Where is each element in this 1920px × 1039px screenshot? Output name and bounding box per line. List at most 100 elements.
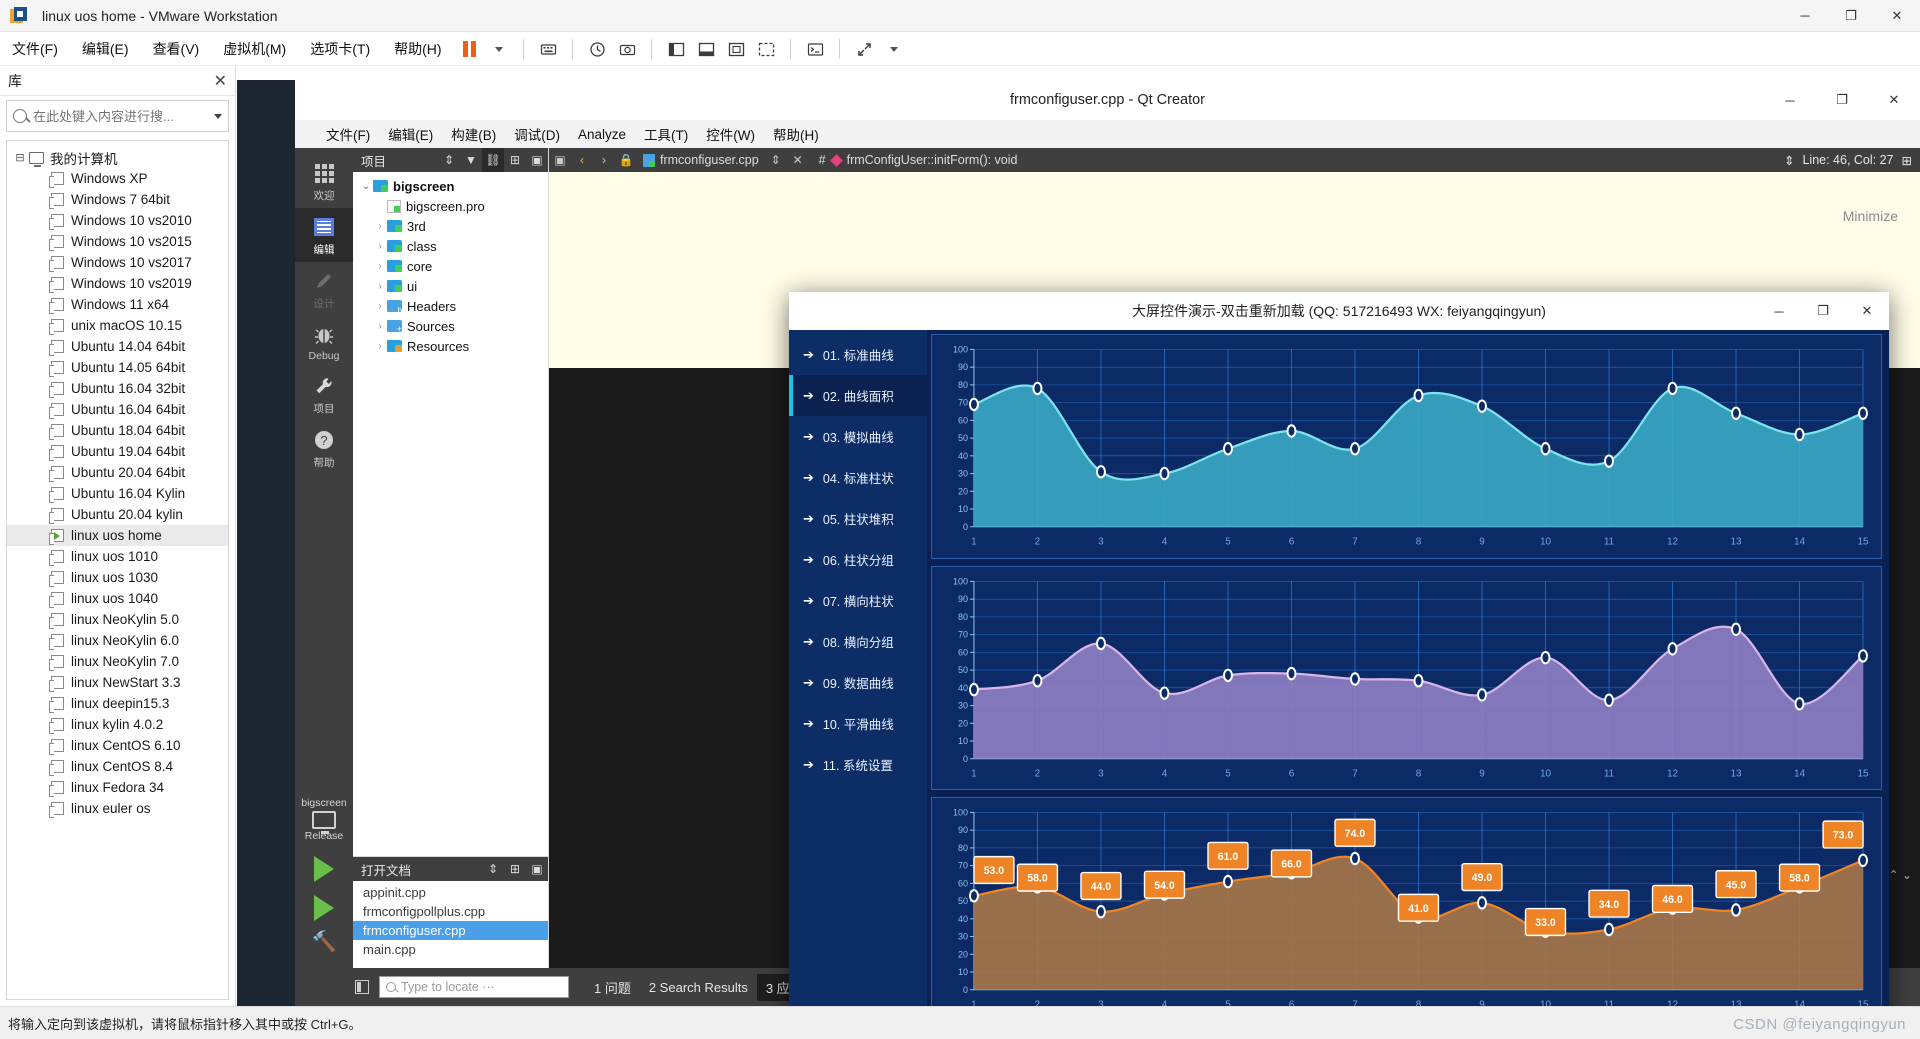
open-document-row[interactable]: main.cpp bbox=[353, 940, 548, 959]
navigate-forward-icon[interactable]: › bbox=[593, 148, 615, 172]
chevron-right-icon[interactable]: › bbox=[373, 301, 387, 312]
tree-root-my-computer[interactable]: ⊟ 我的计算机 bbox=[7, 147, 228, 168]
sidebar-toggle-icon[interactable] bbox=[355, 980, 369, 994]
show-bottom-pane-button[interactable] bbox=[692, 36, 720, 62]
library-vm-item[interactable]: linux uos 1040 bbox=[7, 588, 228, 609]
docs-close-icon[interactable]: ▣ bbox=[526, 857, 548, 881]
editor-split-right-icon[interactable]: ⊞ bbox=[1902, 153, 1912, 168]
locator-input[interactable]: Type to locate ··· bbox=[379, 976, 569, 998]
demo-nav-item[interactable]: ➔ 04. 标准柱状 bbox=[789, 457, 927, 498]
chevron-right-icon[interactable]: › bbox=[373, 341, 387, 352]
snapshot-manager-button[interactable] bbox=[613, 36, 641, 62]
project-root-row[interactable]: ⌄ bigscreen bbox=[353, 176, 548, 196]
power-dropdown-button[interactable] bbox=[485, 36, 513, 62]
library-vm-item[interactable]: linux CentOS 6.10 bbox=[7, 735, 228, 756]
dock-sort-icon[interactable]: ⇕ bbox=[438, 148, 460, 172]
qt-menu-file[interactable]: 文件(F) bbox=[317, 121, 379, 147]
library-vm-item[interactable]: linux NeoKylin 5.0 bbox=[7, 609, 228, 630]
mode-design[interactable]: 设计 bbox=[295, 262, 353, 316]
library-vm-item[interactable]: linux uos 1010 bbox=[7, 546, 228, 567]
debug-run-button[interactable] bbox=[314, 895, 334, 921]
library-vm-item[interactable]: Ubuntu 16.04 64bit bbox=[7, 399, 228, 420]
qtcreator-mode-rail[interactable]: 欢迎 编辑 设计 Debug 项目 ? 帮助 bigscreen Release… bbox=[295, 148, 353, 968]
mode-edit[interactable]: 编辑 bbox=[295, 208, 353, 262]
demo-nav-item[interactable]: ➔ 08. 横向分组 bbox=[789, 621, 927, 662]
qt-menu-window[interactable]: 控件(W) bbox=[697, 121, 764, 147]
open-documents-list[interactable]: appinit.cpp frmconfigpollplus.cpp frmconfi… bbox=[353, 881, 548, 968]
project-tree-row[interactable]: › class bbox=[353, 236, 548, 256]
send-ctrl-alt-del-button[interactable] bbox=[534, 36, 562, 62]
output-pane-button[interactable]: 2 Search Results bbox=[640, 976, 757, 999]
library-vm-item[interactable]: Ubuntu 19.04 64bit bbox=[7, 441, 228, 462]
vmware-menu-help[interactable]: 帮助(H) bbox=[382, 35, 453, 63]
demo-nav-list[interactable]: ➔ 01. 标准曲线 ➔ 02. 曲线面积 ➔ 03. 模拟曲线 ➔ 04. 标准柱状 ➔ 05.… bbox=[789, 330, 927, 1006]
vmware-minimize-button[interactable]: ─ bbox=[1782, 0, 1828, 32]
expand-dropdown-button[interactable] bbox=[880, 36, 908, 62]
library-vm-list[interactable]: Windows XP Windows 7 64bit Windows 10 vs20… bbox=[7, 168, 228, 819]
file-dropdown-icon[interactable]: ⇕ bbox=[765, 148, 787, 172]
project-tree-row[interactable]: bigscreen.pro bbox=[353, 196, 548, 216]
expand-toggle-icon[interactable]: ⊟ bbox=[13, 151, 27, 164]
chevron-right-icon[interactable]: › bbox=[373, 321, 387, 332]
demo-nav-item[interactable]: ➔ 03. 模拟曲线 bbox=[789, 416, 927, 457]
unity-mode-button[interactable] bbox=[752, 36, 780, 62]
vmware-menu-tabs[interactable]: 选项卡(T) bbox=[298, 35, 382, 63]
mode-help[interactable]: ? 帮助 bbox=[295, 421, 353, 475]
library-vm-item[interactable]: linux NeoKylin 7.0 bbox=[7, 651, 228, 672]
vmware-menu-view[interactable]: 查看(V) bbox=[141, 35, 212, 63]
qtcreator-close-button[interactable]: ✕ bbox=[1868, 80, 1920, 120]
demo-minimize-button[interactable]: ─ bbox=[1757, 292, 1801, 330]
dock-filter-icon[interactable]: ▼ bbox=[460, 148, 482, 172]
project-tree-row[interactable]: › Sources bbox=[353, 316, 548, 336]
library-vm-item[interactable]: Windows 10 vs2015 bbox=[7, 231, 228, 252]
chevron-down-icon-search[interactable] bbox=[214, 113, 222, 119]
library-vm-item[interactable]: linux uos home bbox=[7, 525, 228, 546]
library-vm-item[interactable]: linux CentOS 8.4 bbox=[7, 756, 228, 777]
library-close-icon[interactable]: ✕ bbox=[214, 71, 227, 91]
library-search-input[interactable] bbox=[33, 108, 210, 124]
docs-sort-icon[interactable]: ⇕ bbox=[482, 857, 504, 881]
build-button[interactable]: 🔨 bbox=[312, 929, 337, 954]
library-vm-item[interactable]: linux uos 1030 bbox=[7, 567, 228, 588]
open-document-row[interactable]: frmconfigpollplus.cpp bbox=[353, 902, 548, 921]
library-tree[interactable]: ⊟ 我的计算机 Windows XP Windows 7 64bit Windows… bbox=[6, 140, 229, 1000]
library-vm-item[interactable]: Ubuntu 14.05 64bit bbox=[7, 357, 228, 378]
library-vm-item[interactable]: Windows 10 vs2010 bbox=[7, 210, 228, 231]
dock-split-icon[interactable]: ⊞ bbox=[504, 148, 526, 172]
output-pane-button[interactable]: 1 问题 bbox=[585, 974, 640, 1001]
open-document-row[interactable]: appinit.cpp bbox=[353, 883, 548, 902]
qtcreator-maximize-button[interactable]: ❐ bbox=[1816, 80, 1868, 120]
library-vm-item[interactable]: linux euler os bbox=[7, 798, 228, 819]
library-vm-item[interactable]: Windows 10 vs2017 bbox=[7, 252, 228, 273]
mode-welcome[interactable]: 欢迎 bbox=[295, 154, 353, 208]
library-vm-item[interactable]: Ubuntu 18.04 64bit bbox=[7, 420, 228, 441]
qtcreator-minimize-button[interactable]: ─ bbox=[1764, 80, 1816, 120]
library-vm-item[interactable]: Windows 11 x64 bbox=[7, 294, 228, 315]
dock-sync-icon[interactable]: ⛓ bbox=[482, 148, 504, 172]
library-vm-item[interactable]: Windows 7 64bit bbox=[7, 189, 228, 210]
chevron-right-icon[interactable]: › bbox=[373, 221, 387, 232]
expand-window-button[interactable] bbox=[850, 36, 878, 62]
vmware-menu-file[interactable]: 文件(F) bbox=[0, 35, 70, 63]
project-tree-row[interactable]: › ui bbox=[353, 276, 548, 296]
navigate-back-icon[interactable]: ‹ bbox=[571, 148, 593, 172]
project-node-list[interactable]: bigscreen.pro›3rd›class›core›ui›Headers›… bbox=[353, 196, 548, 356]
vm-guest-viewport[interactable]: ⌄ 15:16 2021/10/14 🔔 frmconfiguser.cpp -… bbox=[237, 80, 1920, 1006]
mode-debug[interactable]: Debug bbox=[295, 316, 353, 367]
kit-selector[interactable]: bigscreen Release bbox=[295, 797, 353, 847]
library-vm-item[interactable]: linux deepin15.3 bbox=[7, 693, 228, 714]
chevron-expanded-icon[interactable]: ⌄ bbox=[359, 181, 373, 192]
demo-nav-item[interactable]: ➔ 05. 柱状堆积 bbox=[789, 498, 927, 539]
library-vm-item[interactable]: linux NeoKylin 6.0 bbox=[7, 630, 228, 651]
demo-nav-item[interactable]: ➔ 10. 平滑曲线 bbox=[789, 703, 927, 744]
demo-nav-item[interactable]: ➔ 01. 标准曲线 bbox=[789, 334, 927, 375]
demo-nav-item[interactable]: ➔ 06. 柱状分组 bbox=[789, 539, 927, 580]
console-button[interactable] bbox=[801, 36, 829, 62]
project-tree-row[interactable]: › Headers bbox=[353, 296, 548, 316]
editor-file-chip[interactable]: frmconfiguser.cpp bbox=[637, 153, 765, 167]
lock-icon[interactable]: 🔒 bbox=[615, 148, 637, 172]
qt-menu-edit[interactable]: 编辑(E) bbox=[379, 121, 442, 147]
demo-close-button[interactable]: ✕ bbox=[1845, 292, 1889, 330]
show-left-pane-button[interactable] bbox=[662, 36, 690, 62]
qt-menu-analyze[interactable]: Analyze bbox=[569, 124, 635, 145]
